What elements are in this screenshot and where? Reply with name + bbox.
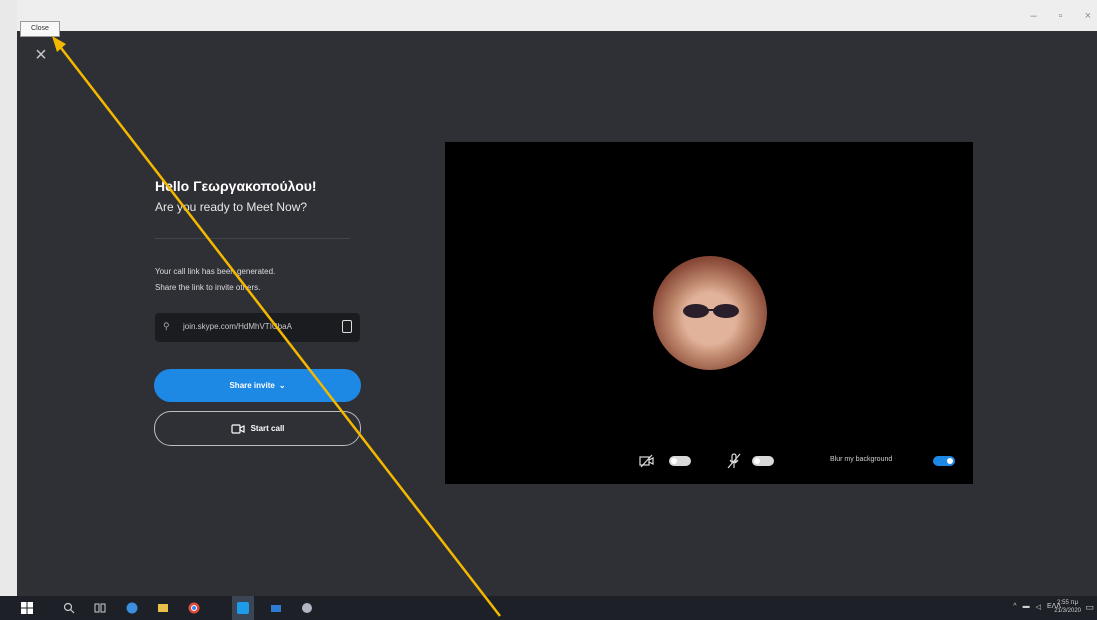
- call-link-text: join.skype.com/HdMhVTICbaA: [183, 322, 292, 331]
- video-preview: Blur my background: [445, 142, 973, 484]
- chevron-down-icon: ⌄: [278, 381, 286, 390]
- windows-start-icon[interactable]: [21, 602, 33, 614]
- greeting-subtitle: Are you ready to Meet Now?: [155, 200, 308, 214]
- video-call-icon: [230, 423, 245, 434]
- link-info-text: Your call link has been generated.: [155, 267, 276, 276]
- volume-icon[interactable]: ◁: [1036, 603, 1041, 611]
- notifications-icon[interactable]: ▭: [1085, 602, 1094, 613]
- edge-icon[interactable]: [126, 602, 138, 614]
- divider: [155, 238, 350, 239]
- avatar-sunglasses: [683, 304, 739, 318]
- explorer-icon[interactable]: [157, 602, 169, 614]
- taskbar: ^ ▬ ◁ ΕΛΛ 2:55 πμ 21/3/2020 ▭: [0, 596, 1097, 620]
- chevron-up-icon[interactable]: ^: [1013, 603, 1016, 611]
- clock-time: 2:55 πμ: [1057, 600, 1079, 606]
- greeting-title: Hello Γεωργακοπούλου!: [155, 178, 317, 194]
- start-call-label: Start call: [250, 424, 285, 433]
- blur-background-toggle[interactable]: [933, 456, 955, 466]
- camera-toggle[interactable]: [669, 456, 691, 466]
- camera-off-icon[interactable]: [639, 454, 655, 468]
- start-call-button[interactable]: Start call: [154, 411, 361, 446]
- share-invite-button[interactable]: Share invite ⌄: [154, 369, 361, 402]
- skype-icon[interactable]: [237, 602, 249, 614]
- microphone-toggle[interactable]: [752, 456, 774, 466]
- window-titlebar: – ▫ ×: [17, 0, 1097, 31]
- app-icon[interactable]: [301, 602, 313, 614]
- link-icon: ⚲: [163, 321, 170, 331]
- task-view-icon[interactable]: [94, 602, 106, 614]
- chrome-icon[interactable]: [188, 602, 200, 614]
- window-close-icon[interactable]: ×: [1085, 10, 1091, 22]
- mail-icon[interactable]: [270, 602, 282, 614]
- close-icon[interactable]: ×: [33, 45, 49, 65]
- share-invite-label: Share invite: [229, 381, 275, 390]
- link-share-hint: Share the link to invite others.: [155, 283, 261, 292]
- taskbar-clock[interactable]: 2:55 πμ 21/3/2020: [1054, 599, 1081, 615]
- blur-background-label: Blur my background: [830, 456, 893, 463]
- window-controls: – ▫ ×: [1031, 10, 1091, 22]
- clock-date: 21/3/2020: [1054, 608, 1081, 614]
- avatar: [653, 256, 767, 370]
- copy-icon[interactable]: [342, 320, 352, 333]
- minimize-icon[interactable]: –: [1031, 10, 1037, 22]
- maximize-icon[interactable]: ▫: [1059, 10, 1063, 22]
- network-icon[interactable]: ▬: [1023, 603, 1030, 611]
- call-link-field[interactable]: ⚲ join.skype.com/HdMhVTICbaA: [155, 313, 360, 342]
- mic-off-icon[interactable]: [727, 453, 741, 469]
- window-left-edge: [0, 0, 17, 596]
- close-tooltip: Close: [20, 21, 60, 37]
- search-icon[interactable]: [63, 602, 75, 614]
